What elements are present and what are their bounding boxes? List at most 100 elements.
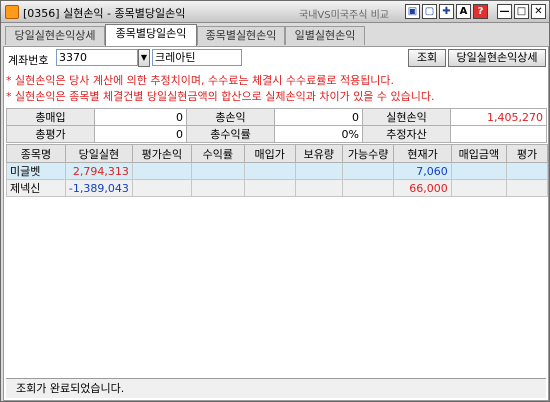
table-cell	[132, 333, 191, 350]
table-cell	[451, 299, 506, 316]
table-cell: 2,794,313	[64, 162, 133, 180]
column-header[interactable]: 매입가	[243, 144, 296, 163]
maximize-button[interactable]: □	[514, 4, 529, 19]
table-cell	[65, 197, 132, 214]
table-cell	[132, 197, 191, 214]
window-title: [0356] 실현손익 - 종목별당일손익	[23, 7, 186, 20]
table-row[interactable]	[7, 333, 548, 350]
table-cell	[132, 265, 191, 282]
table-cell	[191, 248, 244, 265]
table-row[interactable]	[7, 248, 548, 265]
close-button[interactable]: ✕	[531, 4, 546, 19]
account-dropdown-icon[interactable]: ▼	[138, 49, 150, 67]
table-cell	[7, 197, 66, 214]
table-cell	[244, 265, 295, 282]
table-cell: 미글벳	[6, 162, 66, 180]
table-cell	[505, 179, 549, 197]
table-cell	[294, 179, 343, 197]
table-cell	[7, 316, 66, 333]
status-bar: 조회가 완료되었습니다.	[6, 378, 546, 398]
table-row[interactable]: 미글벳 2,794,313 7,060	[6, 162, 549, 180]
table-row[interactable]: 제넥신 -1,389,043 66,000	[6, 179, 549, 197]
table-cell	[7, 248, 66, 265]
table-cell	[295, 197, 342, 214]
position-grid: 종목명 당일실현 평가손익 수익률 매입가 보유량 가능수량 현재가 매입금액 평가 미글벳 2,7…	[6, 144, 549, 350]
table-cell	[394, 265, 451, 282]
column-header[interactable]: 현재가	[393, 144, 452, 163]
table-cell	[243, 179, 296, 197]
table-row[interactable]	[7, 316, 548, 333]
app-icon	[5, 5, 19, 19]
daily-detail-button[interactable]: 당일실현손익상세	[448, 49, 546, 67]
tab-daily-realized[interactable]: 일별실현손익	[285, 26, 365, 45]
table-cell: 제넥신	[6, 179, 66, 197]
column-header[interactable]: 매입금액	[450, 144, 507, 163]
table-cell	[65, 214, 132, 231]
link-icon[interactable]: ✚	[439, 4, 454, 19]
table-cell	[244, 248, 295, 265]
table-cell	[450, 179, 507, 197]
font-icon[interactable]: A	[456, 4, 471, 19]
table-row[interactable]	[7, 282, 548, 299]
column-header[interactable]: 평가손익	[131, 144, 192, 163]
table-cell	[244, 214, 295, 231]
summary-label: 총수익률	[186, 125, 275, 143]
column-header[interactable]: 가능수량	[341, 144, 395, 163]
tab-stock-daily[interactable]: 종목별당일손익	[105, 24, 197, 46]
column-header[interactable]: 보유량	[294, 144, 343, 163]
table-row[interactable]	[7, 197, 548, 214]
minimize-button[interactable]: —	[497, 4, 512, 19]
table-cell	[342, 197, 393, 214]
tab-stock-realized[interactable]: 종목별실현손익	[197, 26, 285, 45]
title-bar: [0356] 실현손익 - 종목별당일손익 국내VS미국주식 비교 ▣ ▢ ✚ …	[1, 1, 549, 23]
table-cell	[244, 282, 295, 299]
table-cell	[505, 162, 549, 180]
table-row[interactable]	[7, 299, 548, 316]
table-cell	[132, 299, 191, 316]
account-number-input[interactable]: 3370	[56, 49, 138, 66]
table-cell	[394, 333, 451, 350]
table-cell	[7, 282, 66, 299]
table-cell	[451, 316, 506, 333]
table-row[interactable]	[7, 231, 548, 248]
table-cell	[191, 316, 244, 333]
table-cell	[295, 299, 342, 316]
table-cell	[506, 282, 547, 299]
column-header[interactable]: 종목명	[6, 144, 66, 163]
table-cell	[506, 299, 547, 316]
table-cell	[65, 248, 132, 265]
table-cell	[191, 265, 244, 282]
summary-value: 0	[274, 108, 363, 126]
table-cell	[506, 265, 547, 282]
table-cell	[190, 179, 245, 197]
column-header[interactable]: 수익률	[190, 144, 245, 163]
table-row[interactable]	[7, 214, 548, 231]
table-cell	[451, 214, 506, 231]
table-cell	[244, 197, 295, 214]
table-cell	[342, 214, 393, 231]
table-cell	[394, 197, 451, 214]
summary-row: 총평가 0 총수익률 0% 추정자산	[6, 125, 547, 143]
help-icon[interactable]: ?	[473, 4, 488, 19]
account-label: 계좌번호	[8, 54, 49, 67]
window-icon[interactable]: ▢	[422, 4, 437, 19]
tab-daily-detail[interactable]: 당일실현손익상세	[5, 26, 105, 45]
screen-icon[interactable]: ▣	[405, 4, 420, 19]
summary-label: 총평가	[6, 125, 95, 143]
table-cell	[342, 265, 393, 282]
summary-value: 0	[94, 125, 187, 143]
table-row[interactable]	[7, 265, 548, 282]
table-cell	[132, 316, 191, 333]
table-cell	[295, 333, 342, 350]
search-button[interactable]: 조회	[408, 49, 446, 67]
column-header[interactable]: 평가	[505, 144, 549, 163]
table-cell	[243, 162, 296, 180]
table-cell	[295, 282, 342, 299]
compare-link[interactable]: 국내VS미국주식 비교	[299, 6, 389, 21]
table-cell	[295, 265, 342, 282]
column-header[interactable]: 당일실현	[64, 144, 133, 163]
table-cell: -1,389,043	[64, 179, 133, 197]
table-cell	[7, 214, 66, 231]
table-cell	[244, 299, 295, 316]
table-cell	[132, 214, 191, 231]
